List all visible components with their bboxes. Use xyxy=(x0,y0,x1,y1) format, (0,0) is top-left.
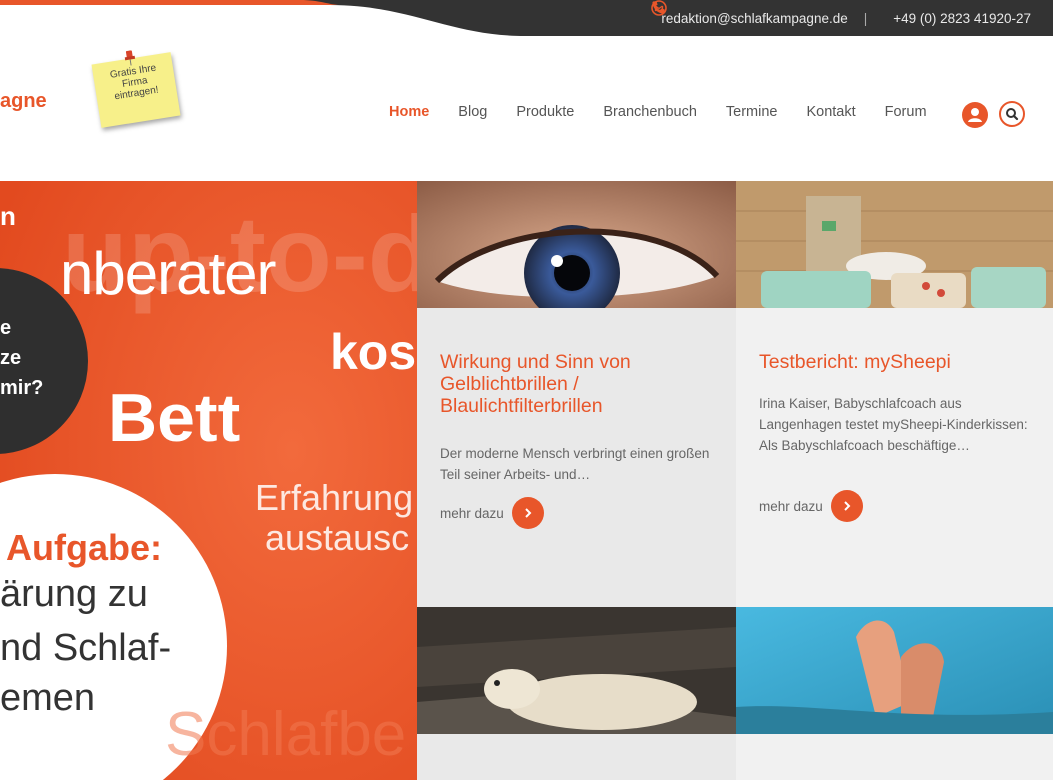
free-entry-note[interactable]: Gratis Ihre Firma eintragen! xyxy=(91,50,181,128)
top-bar: redaktion@schlafkampagne.de | +49 (0) 28… xyxy=(0,0,1053,60)
hero-text-schlafbe: Schlafbe xyxy=(165,700,407,769)
hero-text-nberater: nberater xyxy=(60,240,276,307)
nav-item-termine[interactable]: Termine xyxy=(726,104,778,120)
nav-item-kontakt[interactable]: Kontakt xyxy=(806,104,855,120)
article-title[interactable]: Testbericht: mySheepi xyxy=(759,351,1039,373)
hero-text-kos: kos xyxy=(330,324,417,380)
more-link-label: mehr dazu xyxy=(759,498,823,514)
hero-text-e: e xyxy=(0,317,12,339)
nav-item-home[interactable]: Home xyxy=(389,104,429,120)
article-card-gelblichtbrillen[interactable]: Wirkung und Sinn von Gelblichtbrillen / … xyxy=(417,181,736,607)
polar-bear-photo[interactable] xyxy=(417,607,736,734)
hero-text-mir: mir? xyxy=(0,377,44,399)
hero-text-aufgabe: Aufgabe: xyxy=(6,527,162,568)
eye-photo[interactable] xyxy=(417,181,736,308)
article-excerpt: Irina Kaiser, Babyschlafcoach aus Langen… xyxy=(759,396,1028,453)
more-link[interactable]: mehr dazu xyxy=(440,497,544,529)
hero-text-n: n xyxy=(0,201,16,231)
hero-text-ze: ze xyxy=(0,347,22,369)
hero-text-erfahrung: Erfahrung xyxy=(255,477,414,518)
main-nav: Home Blog Produkte Branchenbuch Termine … xyxy=(389,104,956,120)
nav-item-blog[interactable]: Blog xyxy=(458,104,487,120)
chevron-right-icon[interactable] xyxy=(511,497,544,529)
nav-item-forum[interactable]: Forum xyxy=(885,104,927,120)
nav-item-branchenbuch[interactable]: Branchenbuch xyxy=(603,104,697,120)
hero-text-nd-schlaf: nd Schlaf- xyxy=(0,627,172,669)
article-card-mysheepi[interactable]: Testbericht: mySheepi Irina Kaiser, Baby… xyxy=(736,181,1053,607)
user-icon[interactable] xyxy=(962,102,988,128)
hero-text-arung-zu: ärung zu xyxy=(0,573,148,615)
contact-email-link[interactable]: redaktion@schlafkampagne.de xyxy=(661,11,847,26)
nav-item-produkte[interactable]: Produkte xyxy=(516,104,574,120)
more-link-label: mehr dazu xyxy=(440,505,504,521)
hero-banner[interactable]: up-to-d n nberater kos e ze mir? Bett Er… xyxy=(0,181,417,780)
contact-phone-link[interactable]: +49 (0) 2823 41920-27 xyxy=(893,11,1031,26)
hero-text-emen: emen xyxy=(0,677,96,719)
topbar-separator: | xyxy=(863,10,868,26)
article-card-polar-bear[interactable] xyxy=(417,607,736,780)
article-excerpt: Der moderne Mensch verbringt einen große… xyxy=(440,446,710,482)
article-title[interactable]: Wirkung und Sinn von Gelblichtbrillen / … xyxy=(440,351,720,417)
pillow-photo[interactable] xyxy=(736,181,1053,308)
site-logo[interactable]: agne xyxy=(0,90,47,113)
hero-text-austausc: austausc xyxy=(265,517,410,558)
hero-text-bett: Bett xyxy=(108,380,241,456)
search-icon[interactable] xyxy=(999,101,1025,127)
article-card-feet[interactable] xyxy=(736,607,1053,780)
chevron-right-icon[interactable] xyxy=(830,490,863,522)
feet-photo[interactable] xyxy=(736,607,1053,734)
more-link[interactable]: mehr dazu xyxy=(759,490,863,522)
